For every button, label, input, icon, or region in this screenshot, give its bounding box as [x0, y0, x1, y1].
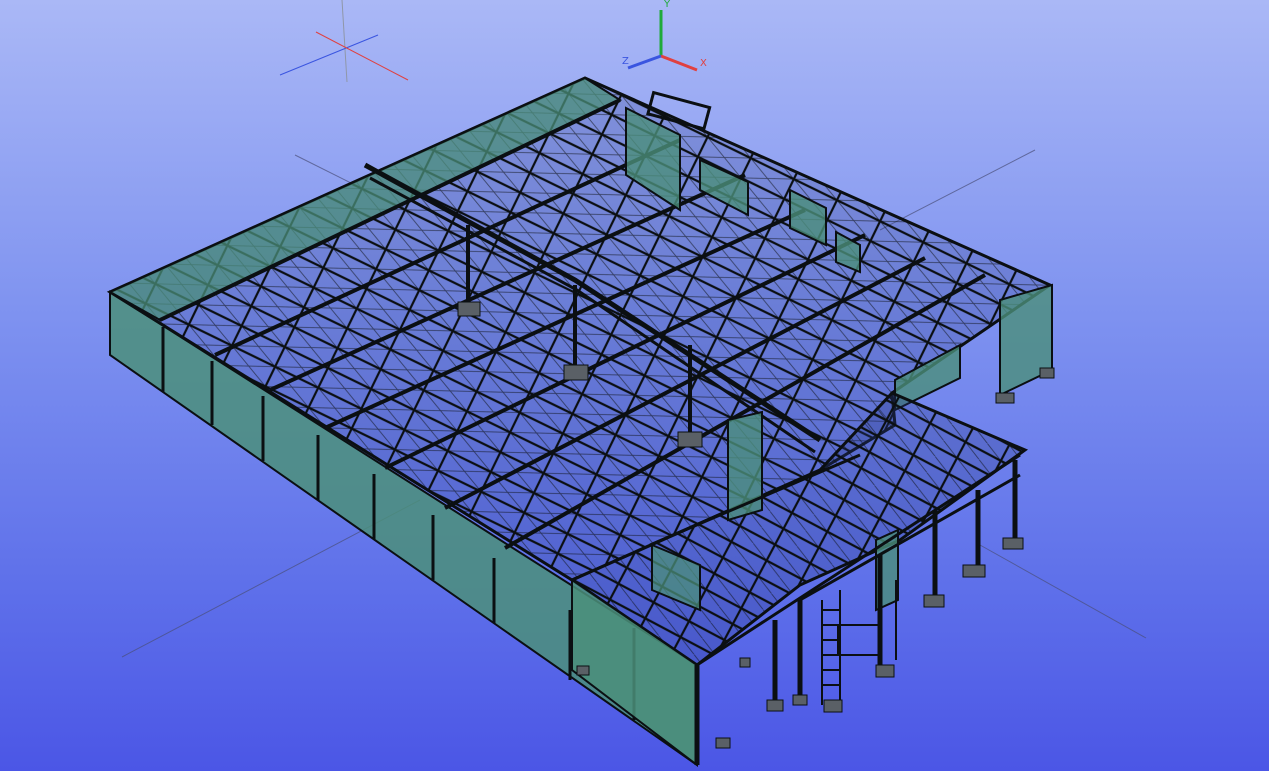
y-axis-label: Y [663, 0, 671, 10]
ucs-cross-marker [279, 0, 409, 83]
3d-viewport[interactable]: Y X Z [0, 0, 1269, 771]
model-scene[interactable]: Y X Z [0, 0, 1269, 771]
x-axis-label: X [700, 58, 707, 69]
z-axis-line [627, 54, 662, 70]
axis-triad: Y X Z [622, 0, 707, 72]
z-axis-label: Z [622, 56, 629, 67]
x-axis-line [660, 54, 698, 72]
